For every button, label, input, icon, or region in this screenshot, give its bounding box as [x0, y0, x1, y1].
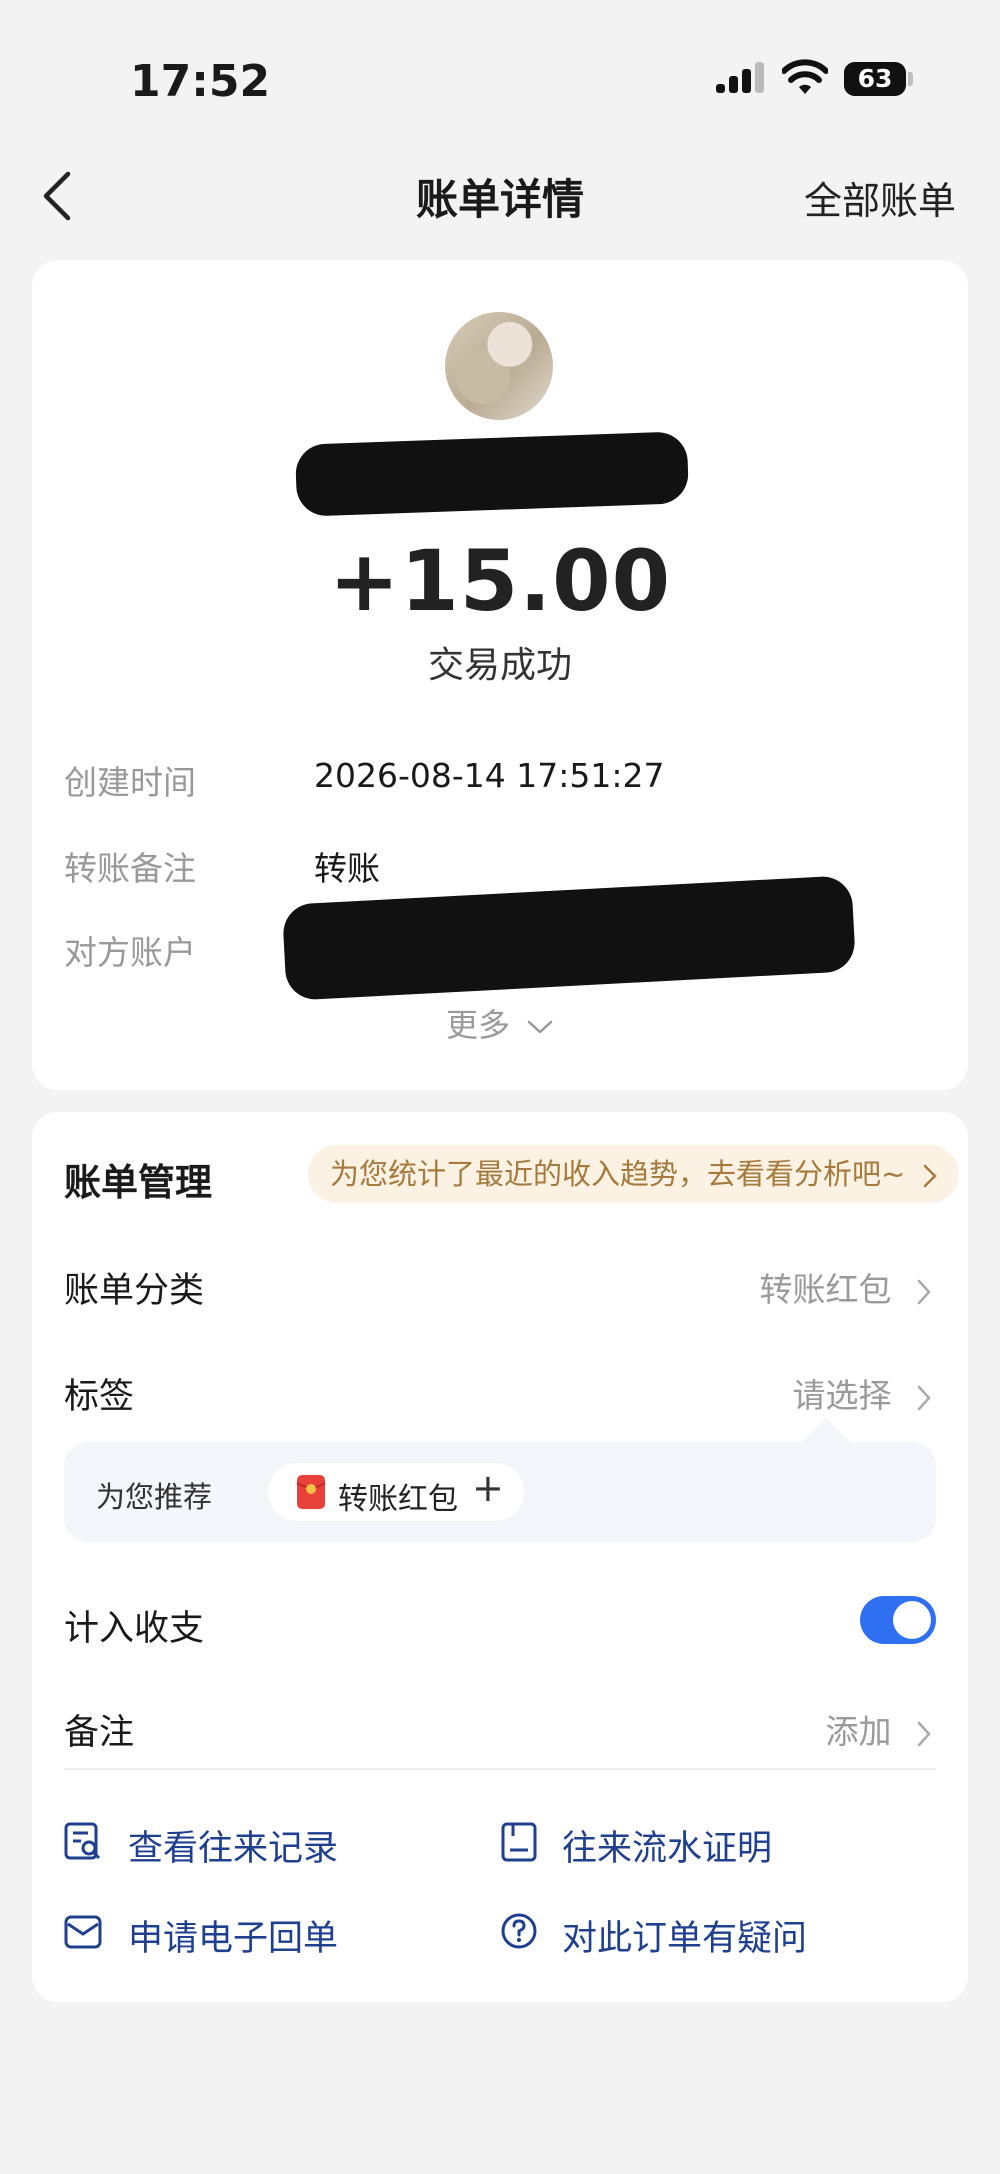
divider	[64, 1768, 936, 1770]
detail-value-created: 2026-08-14 17:51:27	[314, 756, 665, 795]
battery-tip	[908, 72, 913, 86]
category-row[interactable]: 转账红包	[760, 1263, 933, 1311]
chevron-right-icon	[917, 1721, 931, 1746]
detail-label-created: 创建时间	[64, 763, 196, 802]
all-bills-link[interactable]: 全部账单	[804, 170, 956, 225]
transaction-amount: +15.00	[328, 532, 672, 630]
note-value: 添加	[825, 1712, 892, 1751]
more-label: 更多	[446, 1006, 511, 1044]
chevron-right-icon	[917, 1279, 931, 1304]
question-icon	[501, 1913, 537, 1949]
detail-value-remark: 转账	[314, 849, 380, 888]
battery-indicator: 63	[844, 62, 906, 96]
recommend-label: 为您推荐	[96, 1480, 213, 1514]
chevron-down-icon	[527, 1020, 553, 1034]
recommend-pointer	[800, 1418, 852, 1444]
tags-label: 标签	[64, 1377, 135, 1417]
category-label: 账单分类	[64, 1271, 205, 1311]
management-title: 账单管理	[64, 1161, 212, 1204]
detail-label-remark: 转账备注	[64, 849, 196, 888]
tip-text: 为您统计了最近的收入趋势，去看看分析吧~	[330, 1157, 906, 1191]
note-label: 备注	[64, 1713, 135, 1753]
battery-percent: 63	[857, 64, 893, 93]
include-label: 计入收支	[64, 1609, 205, 1649]
chevron-right-icon	[923, 1164, 937, 1188]
wifi-icon	[782, 59, 828, 94]
tags-value: 请选择	[792, 1376, 892, 1415]
tags-row[interactable]: 请选择	[793, 1369, 933, 1417]
avatar[interactable]	[445, 312, 553, 420]
income-trend-tip[interactable]: 为您统计了最近的收入趋势，去看看分析吧~	[308, 1145, 959, 1203]
transaction-status: 交易成功	[427, 645, 572, 686]
note-row[interactable]: 添加	[826, 1705, 933, 1753]
category-value: 转账红包	[759, 1270, 892, 1309]
order-question-link[interactable]: 对此订单有疑问	[562, 1910, 807, 1961]
chevron-right-icon	[917, 1385, 931, 1410]
view-records-link[interactable]: 查看往来记录	[128, 1820, 338, 1871]
status-time: 17:52	[130, 56, 271, 107]
redacted-name	[294, 431, 690, 517]
recommended-tag-label: 转账红包	[338, 1482, 458, 1517]
more-toggle[interactable]: 更多	[446, 1000, 554, 1046]
include-toggle[interactable]	[860, 1596, 936, 1644]
cellular-signal-icon	[716, 62, 764, 93]
e-receipt-link[interactable]: 申请电子回单	[128, 1910, 338, 1961]
flow-certificate-link[interactable]: 往来流水证明	[562, 1820, 772, 1871]
records-search-icon	[64, 1822, 101, 1860]
toggle-knob	[893, 1601, 931, 1639]
add-tag-plus[interactable]: +	[472, 1466, 504, 1510]
detail-label-account: 对方账户	[64, 933, 196, 972]
envelope-icon	[64, 1915, 102, 1949]
red-packet-icon	[296, 1475, 326, 1509]
document-icon	[501, 1822, 537, 1862]
